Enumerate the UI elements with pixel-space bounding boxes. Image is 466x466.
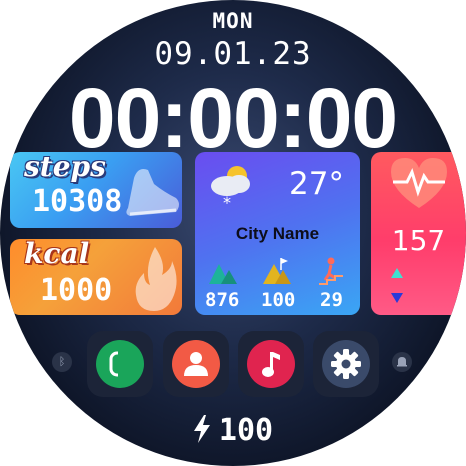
steps-tile[interactable]: steps 10308: [10, 152, 182, 228]
arrow-down-icon: [391, 293, 403, 303]
gear-icon: [331, 349, 361, 379]
person-icon: [184, 352, 208, 376]
heart-rate-tile[interactable]: 157: [371, 152, 466, 315]
weather-stat-value: 29: [320, 289, 343, 311]
weather-city: City Name: [235, 224, 320, 243]
contacts-app-button[interactable]: [163, 331, 229, 397]
heart-pulse-icon: [391, 158, 447, 208]
bluetooth-icon: ᛒ: [52, 352, 72, 372]
flame-icon: [135, 247, 177, 311]
stairs-climber-icon: [319, 257, 343, 285]
heart-rate-value: 157: [391, 224, 446, 257]
mountain-flag-icon: [263, 258, 291, 284]
battery-value: 100: [218, 413, 274, 448]
arrow-up-icon: [391, 268, 403, 278]
weather-tile[interactable]: * 27° City Name 876 100 29: [195, 152, 360, 315]
kcal-value: 1000: [40, 273, 113, 308]
kcal-tile[interactable]: kcal 1000: [10, 239, 182, 315]
steps-label: steps: [24, 152, 106, 183]
music-note-icon: [262, 352, 280, 377]
cloudy-snow-icon: *: [211, 166, 250, 210]
weather-stat-value: 100: [261, 289, 296, 311]
weekday-label: MON: [212, 9, 254, 33]
watch-face: MON 09.01.23 00:00:00 steps 10308 kcal 1…: [0, 0, 466, 466]
battery-indicator: 100: [0, 413, 466, 448]
phone-app-button[interactable]: [87, 331, 153, 397]
svg-text:*: *: [223, 193, 231, 210]
sneaker-icon: [126, 169, 179, 216]
date-label: 09.01.23: [154, 36, 312, 72]
phone-icon: [109, 351, 132, 377]
weather-stat-value: 876: [205, 289, 240, 311]
lightning-icon: [193, 415, 210, 443]
music-app-button[interactable]: [238, 331, 304, 397]
bell-icon: [392, 352, 412, 372]
kcal-label: kcal: [24, 239, 90, 270]
settings-app-button[interactable]: [313, 331, 379, 397]
mountain-icon: [209, 264, 237, 284]
weather-temperature: 27°: [289, 166, 344, 202]
steps-value: 10308: [32, 184, 123, 219]
